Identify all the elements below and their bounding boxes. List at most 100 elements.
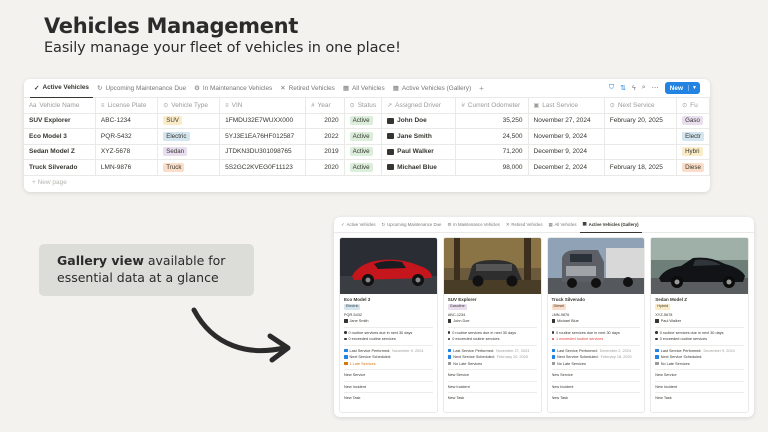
column-header-current-odometer[interactable]: # Current Odometer [455, 98, 529, 114]
cell-vin[interactable]: 5S2GC2KVEG0F11123 [219, 159, 307, 176]
cell-next-service[interactable] [604, 128, 678, 145]
card-action-link[interactable]: New Task [655, 395, 744, 402]
card-license-plate-text: PQR-5432 [344, 312, 362, 317]
cell-license-plate[interactable]: XYZ-5678 [95, 144, 159, 160]
gallery-tab-upcoming-maintenance-due[interactable]: ↻ Upcoming Maintenance Due [379, 217, 445, 233]
cell-year[interactable]: 2020 [305, 113, 345, 129]
gallery-tab-active-vehicles[interactable]: ✓ Active Vehicles [338, 217, 379, 233]
gallery-card[interactable]: Truck Silverado Diesel LMN-9876 Michael Blu… [546, 237, 646, 413]
cell-vehicle-type[interactable]: Truck [157, 159, 221, 176]
cell-license-plate[interactable]: PQR-5432 [95, 128, 159, 145]
cell-year[interactable]: 2022 [305, 128, 345, 145]
driver-page-icon [447, 319, 452, 323]
cell-vin[interactable]: 5YJ3E1EA76HF012587 [219, 128, 307, 145]
more-icon[interactable]: ⋯ [652, 84, 659, 92]
column-header-vehicle-name[interactable]: Aa Vehicle Name [24, 98, 96, 114]
cell-assigned-driver[interactable]: Michael Blue [381, 159, 457, 176]
cell-status[interactable]: Active [344, 128, 383, 145]
table-row[interactable]: SUV Explorer ABC-1234 SUV 1FMDU32E7WUXX000 2… [24, 113, 710, 129]
last-service-label: Last Service Performed: [349, 348, 391, 353]
column-header-fu[interactable]: ⊙ Fu [676, 98, 710, 114]
tab-upcoming-maintenance-due[interactable]: ↻ Upcoming Maintenance Due [93, 79, 190, 98]
gallery-card[interactable]: Sedan Model Z Hybrid XYZ-5678 Paul Walker 0 … [650, 237, 749, 413]
card-action-link[interactable]: New Task [448, 395, 537, 402]
table-row[interactable]: Sedan Model Z XYZ-5678 Sedan JTDKN3DU301098… [24, 144, 710, 160]
column-header-assigned-driver[interactable]: ↗ Assigned Driver [381, 98, 457, 114]
cell-current-odometer[interactable]: 35,250 [455, 113, 529, 129]
cell-license-plate[interactable]: ABC-1234 [95, 113, 159, 129]
cell-last-service[interactable]: December 2, 2024 [528, 159, 605, 176]
new-button[interactable]: New ▼ [664, 82, 700, 94]
divider [344, 392, 433, 393]
cell-last-service[interactable]: December 9, 2024 [528, 144, 605, 160]
cell-next-service[interactable]: February 18, 2025 [604, 159, 678, 176]
cell-status[interactable]: Active [344, 113, 383, 129]
tab-all-vehicles[interactable]: ▦ All Vehicles [339, 79, 389, 98]
lightning-icon[interactable]: ϟ [632, 85, 636, 92]
cell-vehicle-type[interactable]: SUV [157, 113, 221, 129]
gallery-tab-active-vehicles-gallery-[interactable]: ▦ Active Vehicles (Gallery) [579, 217, 642, 233]
cell-current-odometer[interactable]: 98,000 [455, 159, 529, 176]
card-action-link[interactable]: New Task [344, 395, 433, 402]
add-view-button[interactable]: + [475, 84, 488, 93]
card-action-link[interactable]: New Incident [448, 384, 537, 391]
search-icon[interactable]: ⌕ [642, 84, 646, 92]
gallery-card[interactable]: Eco Model 3 Electric PQR-5432 Jane Smith 0 r… [339, 237, 438, 413]
cell-fuel[interactable]: Electr [676, 128, 710, 145]
column-header-next-service[interactable]: ⊙ Next Service [604, 98, 678, 114]
tab-retired-vehicles[interactable]: ✕ Retired Vehicles [276, 79, 339, 98]
cell-vin[interactable]: JTDKN3DU301098765 [219, 144, 307, 160]
card-action-link[interactable]: New Incident [344, 384, 433, 391]
sort-icon[interactable]: ⇅ [620, 84, 626, 92]
table-row[interactable]: Eco Model 3 PQR-5432 Electric 5YJ3E1EA76HF0… [24, 128, 710, 145]
column-header-vin[interactable]: ≡ VIN [219, 98, 307, 114]
card-action-link[interactable]: New Service [344, 372, 433, 379]
cell-next-service[interactable] [604, 144, 678, 160]
card-action-link[interactable]: New Task [552, 395, 641, 402]
cell-vehicle-type[interactable]: Electric [157, 128, 221, 145]
column-header-last-service[interactable]: ▣ Last Service [528, 98, 605, 114]
gallery-card[interactable]: SUV Explorer Gasoline ABC-1234 John Doe 0 ro… [442, 237, 542, 413]
cell-vehicle-name[interactable]: Eco Model 3 [24, 128, 96, 145]
cell-year[interactable]: 2019 [305, 144, 345, 160]
new-page-button[interactable]: + New page [24, 176, 710, 189]
gallery-tab-all-vehicles[interactable]: ▦ All Vehicles [545, 217, 579, 233]
cell-last-service[interactable]: November 27, 2024 [528, 113, 605, 129]
cell-current-odometer[interactable]: 24,500 [455, 128, 529, 145]
card-action-link[interactable]: New Service [552, 372, 641, 379]
cell-license-plate[interactable]: LMN-9876 [95, 159, 159, 176]
cell-assigned-driver[interactable]: John Doe [381, 113, 457, 129]
cell-vehicle-name[interactable]: Sedan Model Z [24, 144, 96, 160]
card-action-link[interactable]: New Incident [655, 384, 744, 391]
tab-in-maintenance-vehicles[interactable]: ⚙ In Maintenance Vehicles [190, 79, 276, 98]
cell-assigned-driver[interactable]: Paul Walker [381, 144, 457, 160]
cell-fuel[interactable]: Hybri [676, 144, 710, 160]
cell-vehicle-name[interactable]: Truck Silverado [24, 159, 96, 176]
column-header-year[interactable]: # Year [305, 98, 345, 114]
column-header-vehicle-type[interactable]: ⊙ Vehicle Type [157, 98, 221, 114]
cell-current-odometer[interactable]: 71,200 [455, 144, 529, 160]
tab-active-vehicles[interactable]: ✓ Active Vehicles [30, 79, 93, 98]
cell-vehicle-type[interactable]: Sedan [157, 144, 221, 160]
cell-last-service[interactable]: November 9, 2024 [528, 128, 605, 145]
column-header-status[interactable]: ⊙ Status [344, 98, 383, 114]
cell-status[interactable]: Active [344, 144, 383, 160]
gallery-tab-in-maintenance-vehicles[interactable]: ⚙ In Maintenance Vehicles [444, 217, 502, 233]
cell-vin[interactable]: 1FMDU32E7WUXX000 [219, 113, 307, 129]
cell-year[interactable]: 2020 [305, 159, 345, 176]
cell-status[interactable]: Active [344, 159, 383, 176]
cell-fuel[interactable]: Gaso [676, 113, 710, 129]
column-header-license-plate[interactable]: ≡ License Plate [95, 98, 159, 114]
table-row[interactable]: Truck Silverado LMN-9876 Truck 5S2GC2KVEG0F… [24, 159, 710, 176]
chevron-down-icon[interactable]: ▼ [688, 85, 700, 91]
tab-active-vehicles-gallery-[interactable]: ▦ Active Vehicles (Gallery) [389, 79, 475, 98]
card-action-link[interactable]: New Service [655, 372, 744, 379]
gallery-tab-retired-vehicles[interactable]: ✕ Retired Vehicles [503, 217, 546, 233]
card-action-link[interactable]: New Service [448, 372, 537, 379]
card-action-link[interactable]: New Incident [552, 384, 641, 391]
cell-fuel[interactable]: Diese [676, 159, 710, 176]
cell-assigned-driver[interactable]: Jane Smith [381, 128, 457, 145]
cell-next-service[interactable]: February 20, 2025 [604, 113, 678, 129]
filter-icon[interactable]: ⛉ [609, 84, 614, 92]
cell-vehicle-name[interactable]: SUV Explorer [24, 113, 96, 129]
